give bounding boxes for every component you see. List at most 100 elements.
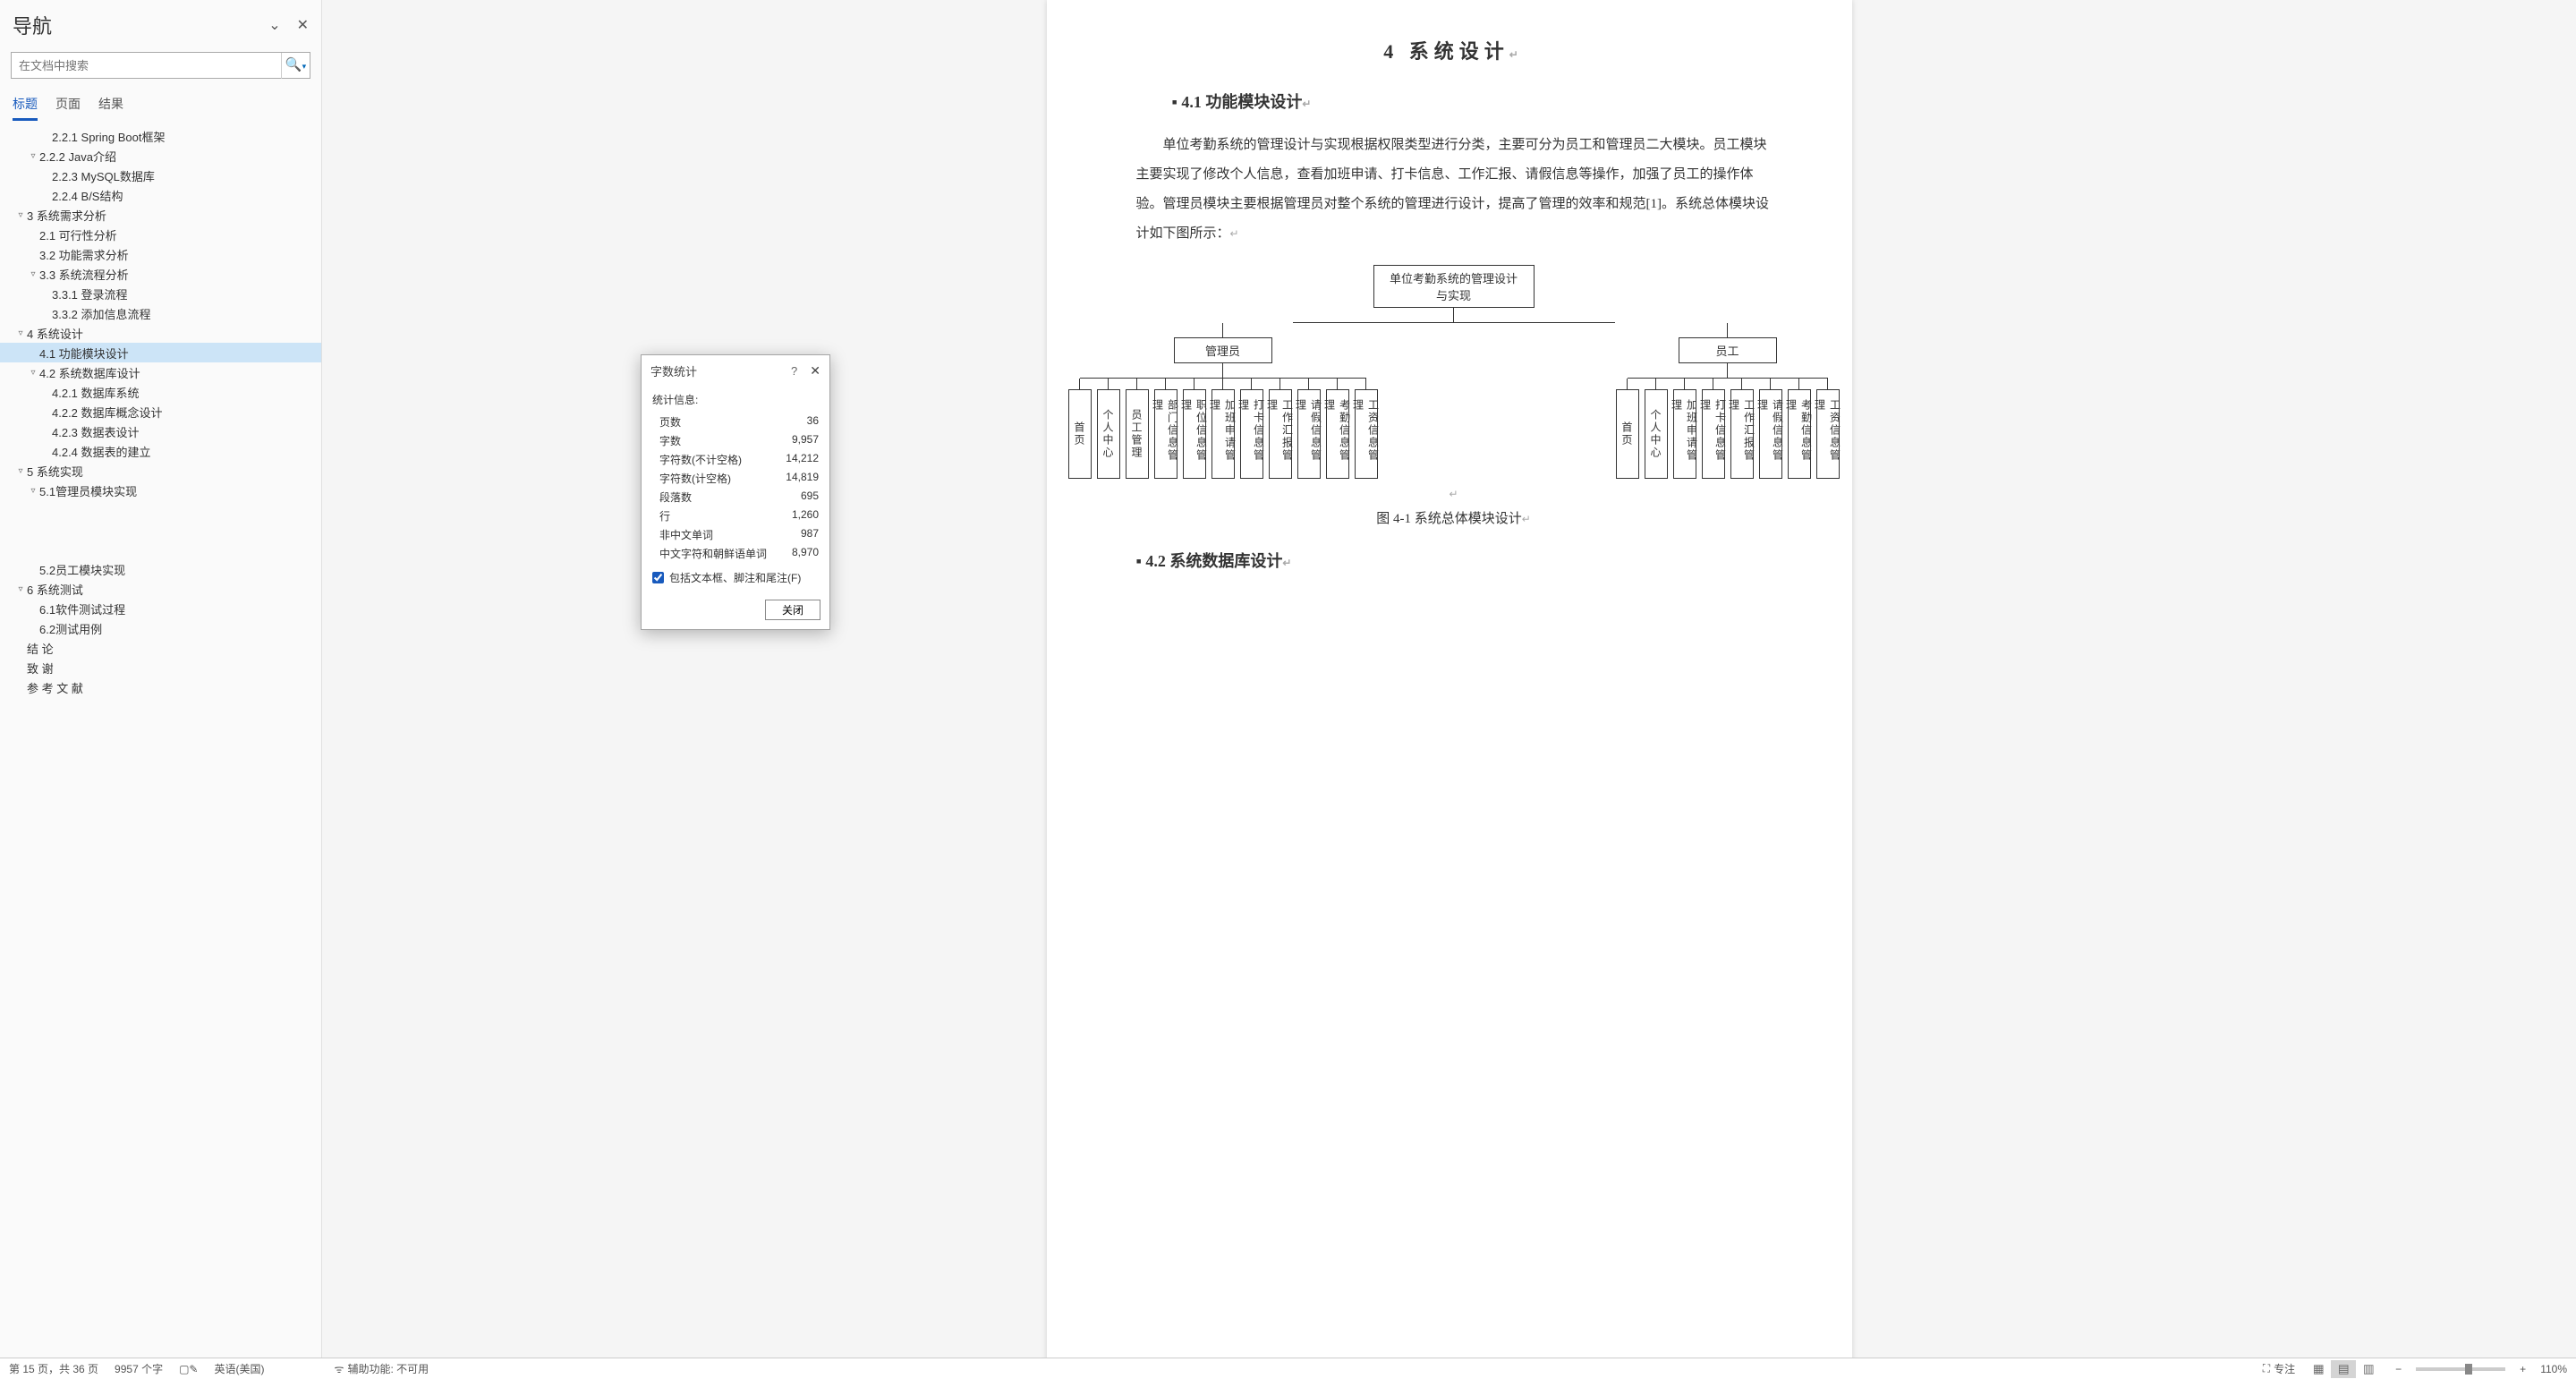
tree-item[interactable]: 3.2 功能需求分析 [0, 244, 321, 264]
expand-icon[interactable]: ▿ [14, 328, 27, 338]
stat-value: 36 [807, 414, 819, 430]
figure-caption: 图 4-1 系统总体模块设计↵ [1136, 508, 1772, 527]
org-chart: 单位考勤系统的管理设计与实现 管理员 首页个人中心员工管理部门信息管理职位信息管… [1136, 265, 1772, 479]
stat-value: 987 [801, 527, 819, 542]
tree-item-label: 致 谢 [27, 660, 61, 677]
expand-icon[interactable]: ▿ [27, 486, 39, 496]
tree-item [0, 520, 321, 540]
tree-item-label: 5.1管理员模块实现 [39, 482, 144, 499]
word-count-dialog: 字数统计 ? ✕ 统计信息: 页数36字数9,957字符数(不计空格)14,21… [641, 354, 830, 630]
stat-key: 非中文单词 [659, 527, 801, 542]
zoom-in-button[interactable]: + [2516, 1363, 2529, 1375]
tree-item[interactable]: ▿3 系统需求分析 [0, 205, 321, 225]
tree-item[interactable]: 3.3.2 添加信息流程 [0, 303, 321, 323]
tree-item[interactable]: 4.2.2 数据库概念设计 [0, 402, 321, 421]
tree-item[interactable]: 参 考 文 献 [0, 677, 321, 697]
read-mode-icon[interactable]: ▦ [2306, 1360, 2331, 1378]
tree-item[interactable]: ▿5 系统实现 [0, 461, 321, 481]
zoom-level[interactable]: 110% [2540, 1363, 2567, 1375]
stat-row: 段落数695 [652, 488, 819, 506]
zoom-out-button[interactable]: − [2392, 1363, 2405, 1375]
heading-level-1: 4 系统设计↵ [1136, 36, 1772, 64]
dialog-titlebar[interactable]: 字数统计 ? ✕ [642, 355, 829, 387]
status-bar: 第 15 页，共 36 页 9957 个字 ▢✎ 英语(美国) ᯤ 辅助功能: … [0, 1358, 2576, 1379]
stats-label: 统计信息: [652, 392, 819, 407]
tree-item[interactable]: 2.2.3 MySQL数据库 [0, 166, 321, 185]
tree-item[interactable]: 2.1 可行性分析 [0, 225, 321, 244]
tree-item[interactable]: ▿5.1管理员模块实现 [0, 481, 321, 500]
stat-row: 字数9,957 [652, 431, 819, 450]
chart-root-box: 单位考勤系统的管理设计与实现 [1373, 265, 1535, 308]
web-layout-icon[interactable]: ▥ [2356, 1360, 2381, 1378]
chart-leaf: 考勤信息管理 [1788, 389, 1811, 479]
close-icon[interactable]: ✕ [810, 363, 820, 379]
document-area: 4 系统设计↵ ▪ 4.1 功能模块设计↵ 单位考勤系统的管理设计与实现根据权限… [322, 0, 2576, 1379]
document-scroll[interactable]: 4 系统设计↵ ▪ 4.1 功能模块设计↵ 单位考勤系统的管理设计与实现根据权限… [322, 0, 2576, 1379]
chart-leaf: 加班申请管理 [1211, 389, 1235, 479]
status-page[interactable]: 第 15 页，共 36 页 [9, 1361, 98, 1376]
nav-search-box[interactable]: 🔍▾ [11, 52, 310, 79]
stat-value: 1,260 [792, 508, 819, 524]
tree-item[interactable]: ▿3.3 系统流程分析 [0, 264, 321, 284]
zoom-slider[interactable] [2416, 1367, 2505, 1371]
tree-item[interactable]: 6.2测试用例 [0, 618, 321, 638]
tree-item-label: 5.2员工模块实现 [39, 561, 132, 578]
stat-key: 字符数(不计空格) [659, 452, 786, 467]
tree-item-label: 4.2.4 数据表的建立 [52, 443, 158, 460]
chart-branch-emp: 员工 [1679, 337, 1777, 363]
tree-item[interactable]: 6.1软件测试过程 [0, 599, 321, 618]
tree-item[interactable]: 4.2.3 数据表设计 [0, 421, 321, 441]
tree-item[interactable]: ▿6 系统测试 [0, 579, 321, 599]
expand-icon[interactable]: ▿ [27, 269, 39, 279]
expand-icon[interactable]: ▿ [27, 368, 39, 378]
tree-item[interactable]: 2.2.4 B/S结构 [0, 185, 321, 205]
tree-item[interactable]: 3.3.1 登录流程 [0, 284, 321, 303]
help-icon[interactable]: ? [791, 364, 797, 378]
spell-check-icon[interactable]: ▢✎ [179, 1363, 198, 1375]
tree-item-label: 3.3.2 添加信息流程 [52, 305, 158, 322]
tree-item[interactable]: ▿4 系统设计 [0, 323, 321, 343]
print-layout-icon[interactable]: ▤ [2331, 1360, 2356, 1378]
expand-icon[interactable]: ▿ [27, 151, 39, 161]
include-textboxes-checkbox[interactable]: 包括文本框、脚注和尾注(F) [652, 570, 819, 585]
stat-row: 中文字符和朝鲜语单词8,970 [652, 544, 819, 563]
chart-leaf: 员工管理 [1126, 389, 1149, 479]
tree-item-label: 6 系统测试 [27, 581, 90, 598]
expand-icon[interactable]: ▿ [14, 210, 27, 220]
tree-item[interactable]: 5.2员工模块实现 [0, 559, 321, 579]
tree-item[interactable]: ▿4.2 系统数据库设计 [0, 362, 321, 382]
paragraph-body: 单位考勤系统的管理设计与实现根据权限类型进行分类，主要可分为员工和管理员二大模块… [1136, 131, 1772, 249]
tree-item[interactable]: 4.2.1 数据库系统 [0, 382, 321, 402]
chart-leaves-emp: 首页个人中心加班申请管理打卡信息管理工作汇报管理请假信息管理考勤信息管理工资信息… [1613, 389, 1842, 479]
chart-leaf: 职位信息管理 [1183, 389, 1206, 479]
chart-leaf: 个人中心 [1645, 389, 1668, 479]
nav-tabs: 标题 页面 结果 [0, 84, 321, 121]
tree-item-label: 参 考 文 献 [27, 679, 90, 696]
tree-item[interactable]: 4.1 功能模块设计 [0, 343, 321, 362]
stat-row: 字符数(计空格)14,819 [652, 469, 819, 488]
tab-headings[interactable]: 标题 [13, 95, 38, 121]
tab-pages[interactable]: 页面 [55, 95, 81, 121]
tree-item[interactable]: 4.2.4 数据表的建立 [0, 441, 321, 461]
expand-icon[interactable]: ▿ [14, 466, 27, 476]
search-icon[interactable]: 🔍▾ [281, 53, 310, 79]
status-words[interactable]: 9957 个字 [115, 1361, 163, 1376]
expand-icon[interactable]: ▿ [14, 584, 27, 594]
close-icon[interactable]: ✕ [297, 16, 309, 34]
navigation-pane: 导航 ⌄ ✕ 🔍▾ 标题 页面 结果 2.2.1 Spring Boot框架▿2… [0, 0, 322, 1379]
heading-tree[interactable]: 2.2.1 Spring Boot框架▿2.2.2 Java介绍2.2.3 My… [0, 121, 321, 1379]
close-button[interactable]: 关闭 [765, 600, 820, 620]
checkbox-input[interactable] [652, 572, 664, 583]
tree-item[interactable]: 致 谢 [0, 658, 321, 677]
search-input[interactable] [12, 55, 281, 76]
tab-results[interactable]: 结果 [98, 95, 123, 121]
tree-item[interactable]: 2.2.1 Spring Boot框架 [0, 126, 321, 146]
focus-button[interactable]: ⛶ 专注 [2263, 1361, 2295, 1376]
tree-item[interactable]: 结 论 [0, 638, 321, 658]
chevron-down-icon[interactable]: ⌄ [268, 16, 280, 34]
accessibility-status[interactable]: ᯤ 辅助功能: 不可用 [334, 1361, 429, 1376]
tree-item-label: 4 系统设计 [27, 325, 90, 342]
status-language[interactable]: 英语(美国) [214, 1361, 264, 1376]
tree-item[interactable]: ▿2.2.2 Java介绍 [0, 146, 321, 166]
dialog-title: 字数统计 [650, 362, 791, 379]
